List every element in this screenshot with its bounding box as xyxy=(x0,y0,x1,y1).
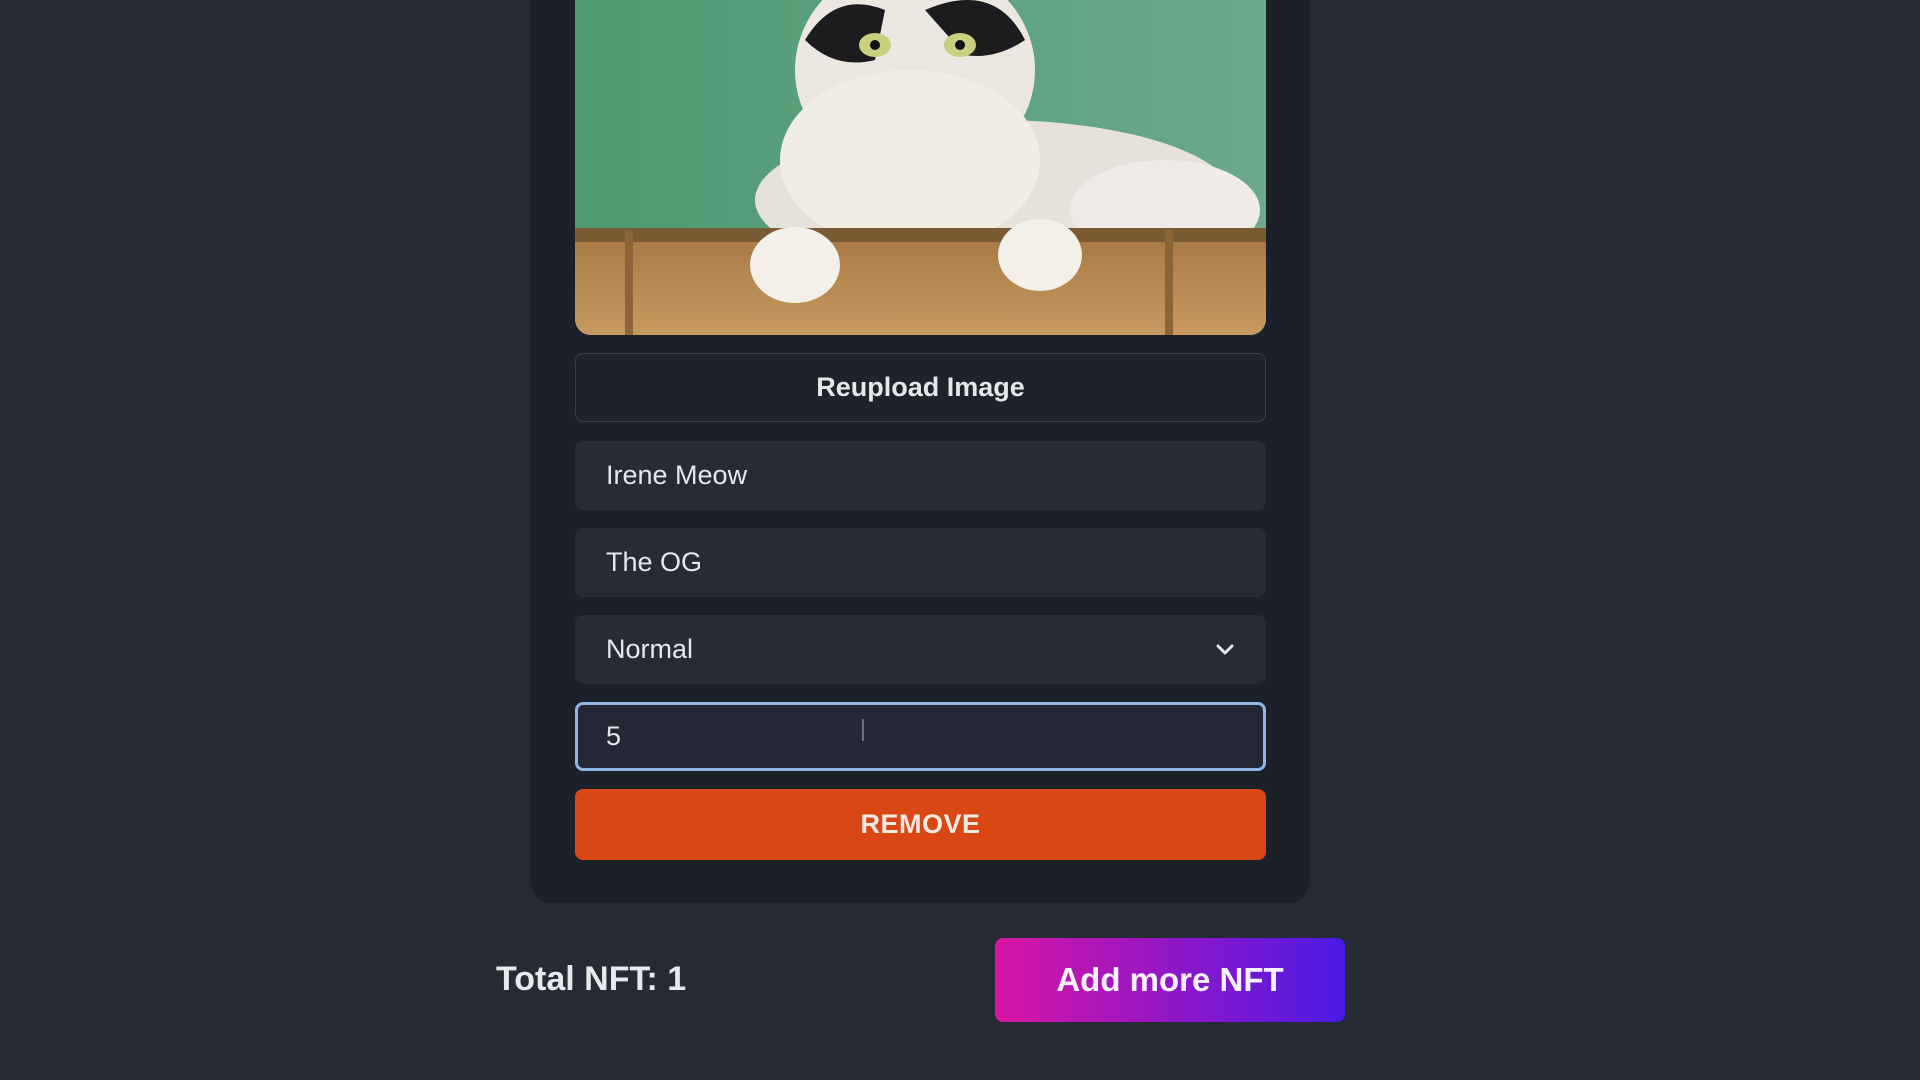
nft-name-field[interactable]: Irene Meow xyxy=(575,441,1266,510)
remove-button[interactable]: REMOVE xyxy=(575,789,1266,860)
quantity-value: 5 xyxy=(606,721,622,751)
nft-name-value: Irene Meow xyxy=(606,460,748,490)
text-cursor-icon xyxy=(862,719,864,741)
rarity-selected-value: Normal xyxy=(606,634,694,664)
nft-description-field[interactable]: The OG xyxy=(575,528,1266,597)
total-nft-count: Total NFT: 1 xyxy=(496,960,687,998)
nft-description-value: The OG xyxy=(606,547,703,577)
quantity-input[interactable]: 5 xyxy=(575,702,1266,771)
nft-image-preview xyxy=(575,0,1266,335)
add-more-nft-button[interactable]: Add more NFT xyxy=(995,938,1345,1022)
reupload-image-button[interactable]: Reupload Image xyxy=(575,353,1266,422)
rarity-select[interactable]: Normal xyxy=(575,615,1266,684)
chevron-down-icon xyxy=(1214,639,1236,661)
